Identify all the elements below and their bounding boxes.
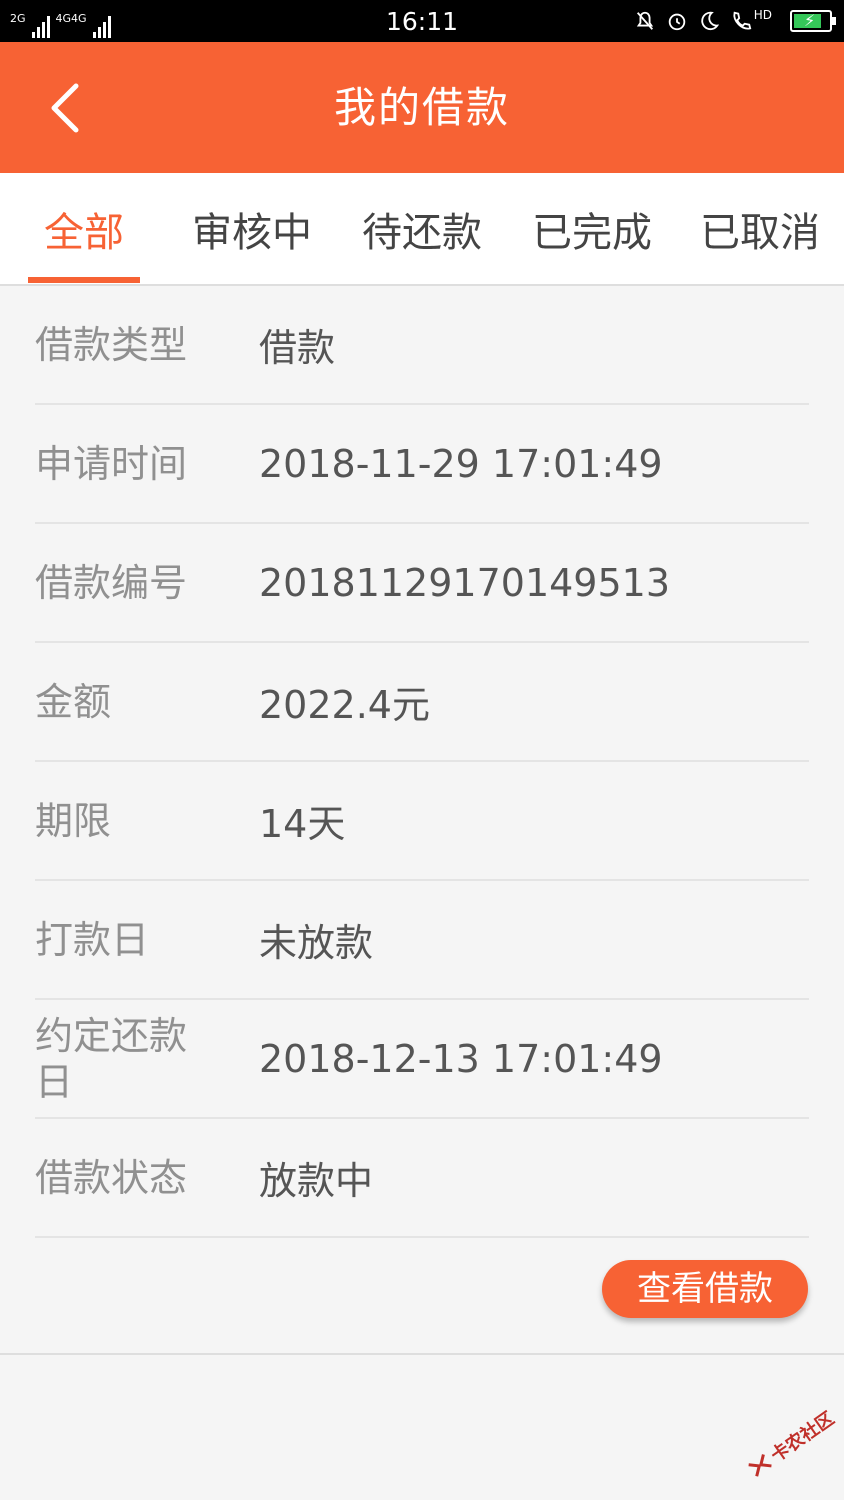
detail-label: 金额 [35, 679, 112, 724]
detail-value: 未放款 [259, 921, 374, 965]
detail-row-payout-date: 打款日 未放款 [35, 881, 809, 1000]
detail-value: 借款 [259, 326, 336, 370]
active-tab-indicator [28, 277, 140, 283]
detail-row-apply-time: 申请时间 2018-11-29 17:01:49 [35, 405, 809, 524]
alarm-icon [668, 13, 685, 31]
detail-label: 打款日 [35, 917, 150, 962]
detail-row-term: 期限 14天 [35, 762, 809, 881]
detail-label: 借款状态 [35, 1155, 188, 1200]
detail-value: 2022.4元 [259, 683, 430, 727]
view-loan-button[interactable]: 查看借款 [602, 1260, 808, 1318]
page-title: 我的借款 [333, 83, 510, 132]
tab-reviewing[interactable]: 审核中 [182, 173, 322, 284]
detail-row-loan-type: 借款类型 借款 [35, 286, 809, 405]
detail-value: 放款中 [259, 1159, 374, 1203]
detail-row-loan-status: 借款状态 放款中 [35, 1119, 809, 1238]
status-icons: HD ⚡ [634, 6, 836, 36]
detail-label: 借款类型 [35, 322, 188, 367]
detail-row-due-date: 约定还款日 2018-12-13 17:01:49 [35, 1000, 809, 1119]
battery-charging-icon: ⚡ [790, 10, 836, 32]
hd-label: HD [753, 8, 772, 22]
detail-value: 2018-12-13 17:01:49 [259, 1036, 663, 1081]
detail-label: 借款编号 [35, 560, 188, 605]
detail-label: 申请时间 [35, 441, 188, 486]
tab-all[interactable]: 全部 [28, 173, 140, 284]
watermark: 卡农社区 [731, 1386, 844, 1500]
mute-bell-icon [636, 11, 653, 30]
call-hd-icon [733, 11, 752, 30]
status-bar: 2G 4G4G 16:11 HD ⚡ [0, 0, 844, 42]
moon-icon [701, 11, 719, 31]
detail-row-loan-number: 借款编号 20181129170149513 [35, 524, 809, 643]
detail-label: 约定还款日 [35, 1013, 188, 1104]
app-header: 我的借款 [0, 42, 844, 173]
status-tabs: 全部 审核中 待还款 已完成 已取消 [0, 173, 844, 286]
action-area: 查看借款 [0, 1236, 844, 1355]
detail-value: 20181129170149513 [259, 560, 671, 605]
watermark-text: 卡农社区 [767, 1408, 839, 1467]
detail-value: 2018-11-29 17:01:49 [259, 441, 663, 486]
detail-row-amount: 金额 2022.4元 [35, 643, 809, 762]
tab-pending-repayment[interactable]: 待还款 [352, 173, 492, 284]
tab-cancelled[interactable]: 已取消 [690, 173, 830, 284]
detail-label: 期限 [35, 798, 112, 843]
detail-value: 14天 [259, 802, 346, 846]
tab-completed[interactable]: 已完成 [522, 173, 662, 284]
